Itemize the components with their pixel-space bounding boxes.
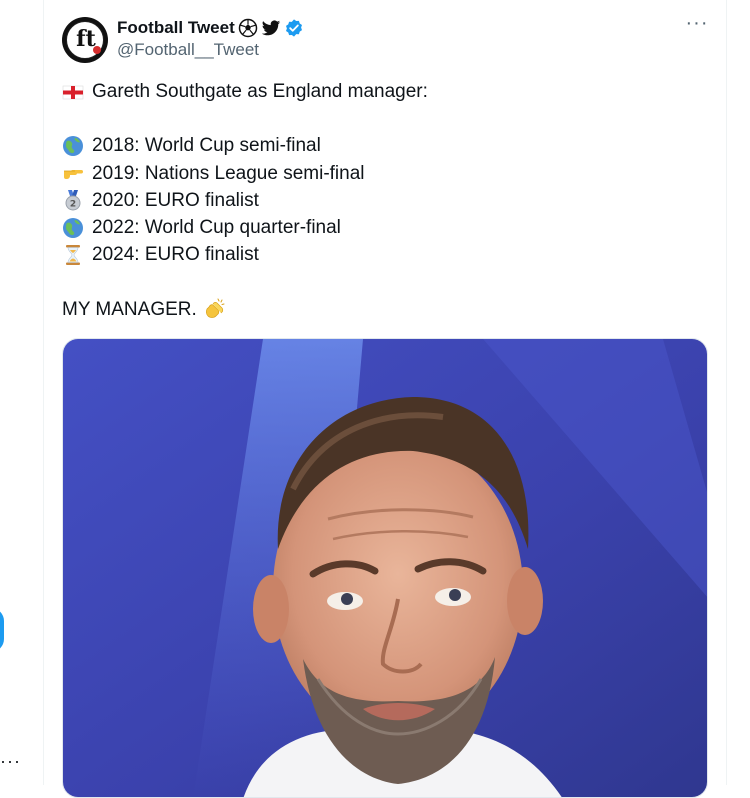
tweet-line-2018: 2018: World Cup semi-final (62, 132, 708, 159)
more-options-button[interactable]: ··· (682, 13, 712, 38)
tweet-line-heading: Gareth Southgate as England manager: (62, 78, 708, 105)
twitter-bird-icon (261, 20, 280, 36)
tweet[interactable]: ft Football Tweet @Football__Tweet ··· G… (62, 0, 708, 798)
tweet-text: Gareth Southgate as England manager: 201… (62, 78, 708, 323)
tweet-media-photo[interactable] (62, 338, 708, 798)
hourglass-icon (66, 244, 80, 265)
tweet-line-closing: MY MANAGER. (62, 296, 708, 323)
author-name-row[interactable]: Football Tweet (117, 17, 304, 39)
manager-photo (63, 339, 707, 797)
clapping-hands-icon (205, 298, 225, 318)
england-flag-icon (62, 85, 84, 99)
left-divider (43, 0, 44, 785)
globe-icon (63, 217, 83, 238)
avatar-logo: ft (66, 21, 104, 59)
soccer-ball-icon (238, 18, 257, 38)
tweet-line-2019: 2019: Nations League semi-final (62, 160, 708, 187)
tweet-line-2020: 2 2020: EURO finalist (62, 187, 708, 214)
second-place-medal-icon: 2 (65, 190, 81, 211)
svg-text:2: 2 (70, 200, 76, 210)
globe-icon (63, 135, 83, 156)
right-divider (726, 0, 727, 785)
rail-more-icon[interactable]: ··· (0, 752, 21, 770)
tweet-line-2024: 2024: EURO finalist (62, 241, 708, 268)
author-handle[interactable]: @Football__Tweet (117, 40, 259, 60)
avatar[interactable]: ft (62, 17, 108, 63)
pointing-hand-icon (64, 170, 83, 180)
left-rail: ··· (0, 0, 44, 785)
tweet-line-2022: 2022: World Cup quarter-final (62, 214, 708, 241)
avatar-logo-dot (93, 46, 101, 54)
display-name[interactable]: Football Tweet (117, 18, 235, 38)
compose-button[interactable] (0, 608, 4, 652)
verified-badge-icon[interactable] (284, 18, 304, 38)
